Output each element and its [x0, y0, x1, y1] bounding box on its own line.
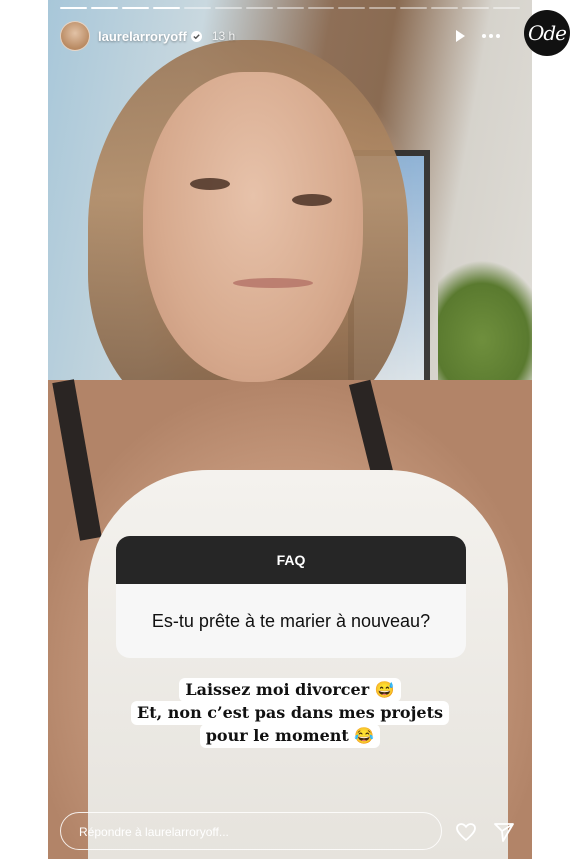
play-icon[interactable]: [452, 28, 468, 44]
story-header: laurelarroryoff 13 h: [60, 18, 520, 54]
white-tank-top: [88, 470, 508, 859]
progress-segment: [245, 7, 273, 9]
progress-segment: [214, 7, 242, 9]
reply-text: Et, non c’est pas dans mes projets: [131, 701, 449, 725]
post-time: 13 h: [211, 29, 236, 43]
progress-segment: [121, 7, 149, 9]
mouth: [233, 278, 313, 288]
send-icon[interactable]: [492, 820, 516, 844]
progress-segment: [90, 7, 118, 9]
faq-header: FAQ: [116, 536, 466, 584]
person-face: [143, 72, 363, 382]
username[interactable]: laurelarroryoff: [98, 29, 187, 44]
faq-sticker: FAQ Es-tu prête à te marier à nouveau?: [116, 536, 466, 658]
reply-caption-line-3: pour le moment 😂: [48, 724, 532, 748]
left-eye: [190, 178, 230, 190]
progress-segment: [369, 7, 397, 9]
progress-segment: [338, 7, 366, 9]
ode-logo: Ode: [524, 10, 570, 56]
reply-caption-line-1: Laissez moi divorcer 😅: [48, 678, 532, 702]
verified-icon: [190, 30, 202, 42]
progress-segment: [60, 7, 87, 9]
progress-segment: [183, 7, 211, 9]
reply-caption-line-2: Et, non c’est pas dans mes projets: [48, 701, 532, 725]
progress-segment: [493, 7, 521, 9]
progress-segment: [400, 7, 428, 9]
story-viewer[interactable]: laurelarroryoff 13 h FAQ Es-tu prête à t…: [48, 0, 532, 859]
progress-segment: [276, 7, 304, 9]
avatar[interactable]: [60, 21, 90, 51]
right-eye: [292, 194, 332, 206]
progress-segment: [307, 7, 335, 9]
story-progress-bar: [60, 7, 521, 9]
heart-icon[interactable]: [454, 820, 478, 844]
reply-input[interactable]: Répondre à laurelarroryoff...: [60, 812, 442, 850]
progress-segment: [152, 7, 180, 9]
more-icon[interactable]: [482, 34, 500, 38]
progress-segment: [431, 7, 459, 9]
reply-text: pour le moment 😂: [199, 724, 381, 748]
reply-text: Laissez moi divorcer 😅: [179, 678, 401, 702]
progress-segment: [462, 7, 490, 9]
faq-question: Es-tu prête à te marier à nouveau?: [116, 584, 466, 658]
